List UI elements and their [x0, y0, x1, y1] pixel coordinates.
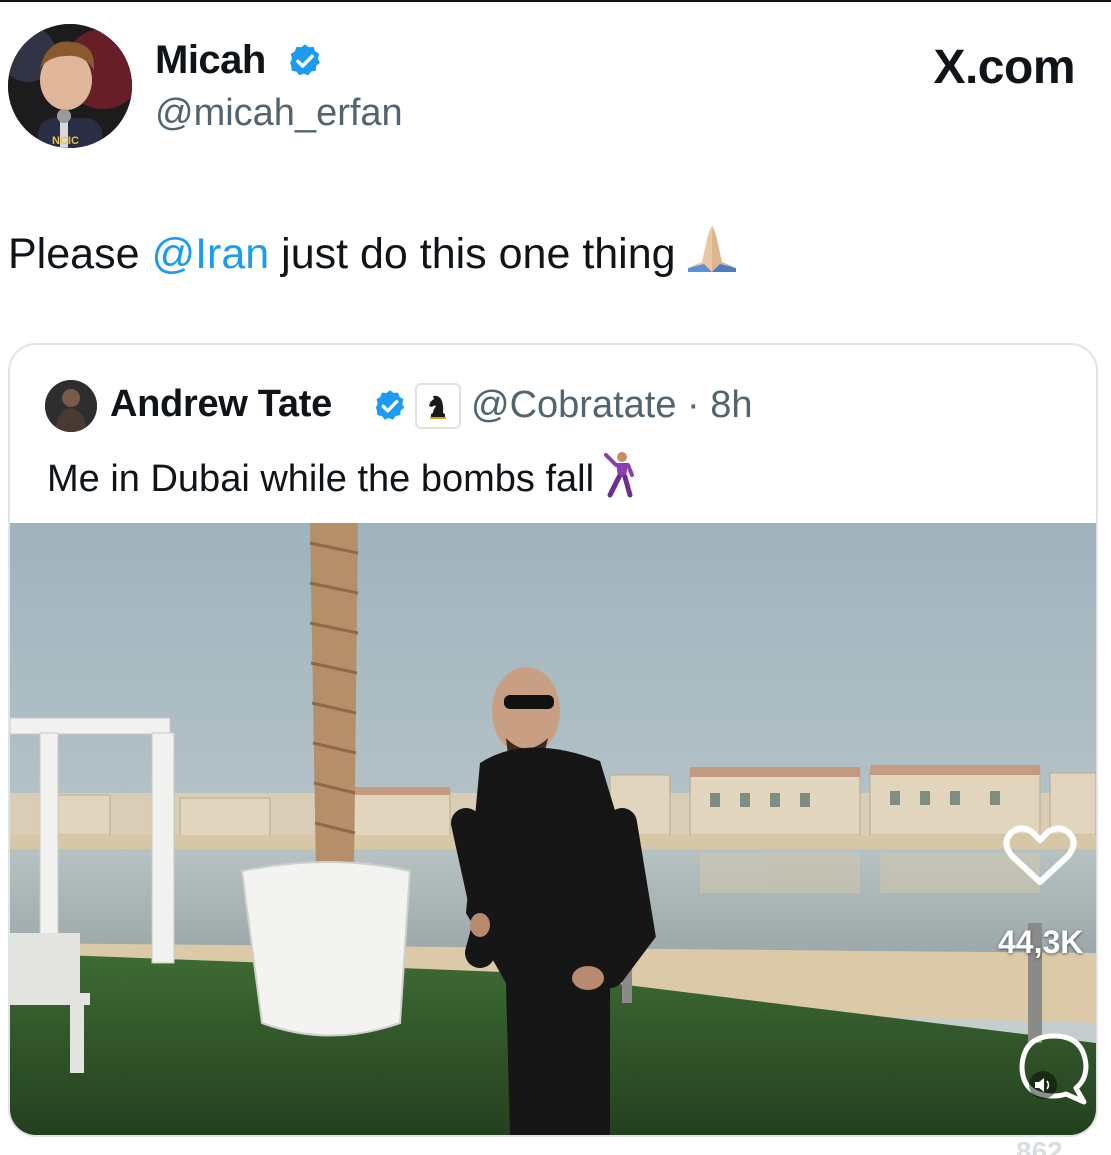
mention-link[interactable]: @Iran	[151, 230, 269, 278]
tweet-text-before: Please	[8, 230, 152, 278]
top-border	[0, 0, 1111, 2]
verified-badge-icon	[290, 44, 320, 76]
speaker-icon[interactable]	[1028, 1070, 1058, 1100]
svg-text:NCIC: NCIC	[52, 135, 79, 147]
site-label: X.com	[933, 41, 1075, 94]
quoted-handle-time[interactable]: @Cobratate · 8h	[471, 384, 753, 427]
author-handle[interactable]: @micah_erfan	[155, 92, 403, 135]
comment-count: 862	[1016, 1136, 1063, 1155]
author-avatar[interactable]: NCIC	[8, 24, 132, 148]
heart-icon[interactable]	[1000, 820, 1080, 890]
quoted-text: Me in Dubai while the bombs fall	[47, 458, 595, 500]
quoted-handle[interactable]: @Cobratate	[471, 384, 676, 426]
quoted-author-name[interactable]: Andrew Tate	[110, 383, 332, 426]
tweet-text-after: just do this one thing	[269, 230, 676, 278]
chess-knight-badge-icon[interactable]	[415, 383, 461, 429]
like-count: 44,3K	[998, 924, 1084, 960]
tweet-text: Please @Iran just do this one thing	[8, 222, 742, 285]
quoted-time[interactable]: 8h	[710, 384, 752, 426]
separator-dot: ·	[687, 384, 700, 426]
folded-hands-icon	[682, 222, 742, 285]
quoted-video[interactable]	[10, 523, 1096, 1135]
quoted-tweet-text: Me in Dubai while the bombs fall	[47, 451, 636, 509]
author-name[interactable]: Micah	[155, 38, 266, 83]
quoted-tweet-card[interactable]: Andrew Tate @Cobratate · 8h Me in Dubai …	[8, 343, 1098, 1137]
quoted-author-avatar[interactable]	[45, 380, 97, 432]
man-dancing-icon	[602, 451, 636, 509]
verified-badge-icon	[375, 390, 405, 420]
